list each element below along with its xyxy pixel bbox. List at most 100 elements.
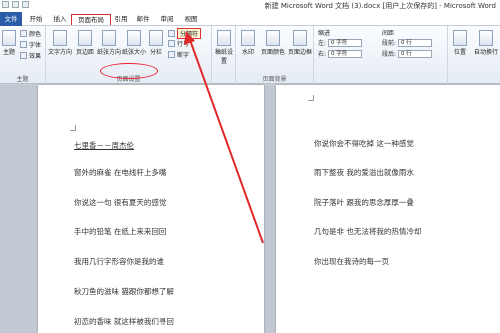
breaks-button[interactable]: 分隔符	[168, 28, 202, 39]
indent-right-input[interactable]: 0 字符	[328, 49, 363, 58]
doc-line[interactable]: 手中的铅笔 在纸上来来回回	[74, 226, 166, 237]
spacing-after-label: 段后:	[382, 51, 397, 58]
doc-line[interactable]: 你说这一句 很有夏天的感觉	[74, 197, 166, 208]
margins-icon	[78, 30, 92, 46]
crop-mark	[308, 95, 314, 101]
columns-button[interactable]: 分栏	[147, 30, 165, 56]
page-color-label: 页面颜色	[260, 49, 285, 56]
theme-effects-button[interactable]: 效果	[20, 51, 41, 60]
indent-left: 左: 0 字符	[318, 38, 363, 47]
columns-label: 分栏	[149, 49, 162, 56]
doc-line[interactable]: 窗外的麻雀 在电线杆上多嘴	[74, 167, 166, 178]
orientation-label: 纸张方向	[97, 49, 122, 56]
text-direction-button[interactable]: 文字方向	[48, 30, 72, 56]
watermark-label: 水印	[241, 49, 254, 56]
line-numbers-button[interactable]: 行号	[168, 39, 189, 48]
size-icon	[127, 30, 141, 46]
tab-mailings[interactable]: 邮件	[134, 14, 152, 25]
breaks-label: 分隔符	[177, 28, 202, 39]
hyphenation-label: 断字	[177, 52, 190, 59]
spacing-header: 间距	[382, 30, 395, 37]
position-button[interactable]: 位置	[450, 30, 470, 56]
indent-left-input[interactable]: 0 字符	[328, 38, 363, 47]
page-color-button[interactable]: 页面颜色	[260, 30, 286, 56]
spacing-after-input[interactable]: 0 行	[398, 49, 433, 58]
spacing-after: 段后: 0 行	[382, 49, 433, 58]
line-numbers-label: 行号	[177, 41, 190, 48]
text-direction-label: 文字方向	[48, 49, 73, 56]
doc-line[interactable]: 你说你会不得吃掉 这一种感觉	[314, 138, 414, 149]
manuscript-settings-button[interactable]: 稿纸设置	[214, 30, 234, 65]
position-icon	[453, 30, 467, 46]
doc-line[interactable]: 秋刀鱼的滋味 猫跟你都想了解	[74, 286, 174, 297]
ribbon-tabs: 文件 开始 插入 页面布局 引用 邮件 审阅 视图	[0, 12, 500, 26]
indent-right-label: 右:	[318, 51, 327, 58]
doc-line[interactable]: 几句是非 也无法将我的热情冷却	[314, 226, 421, 237]
page-background-group-label: 页面背景	[262, 76, 287, 83]
doc-line[interactable]: 我用几行字形容你是我的谁	[74, 256, 164, 267]
annotation-circle	[100, 63, 158, 79]
spacing-before-label: 段前:	[382, 40, 397, 47]
hyphenation-icon	[168, 51, 175, 58]
tab-file[interactable]: 文件	[0, 12, 22, 26]
theme-colors-button[interactable]: 颜色	[20, 29, 41, 38]
doc-line[interactable]: 院子落叶 跟我的思念厚厚一叠	[314, 197, 414, 208]
effects-label: 效果	[29, 53, 42, 60]
spacing-before-input[interactable]: 0 行	[398, 38, 433, 47]
watermark-button[interactable]: 水印	[238, 30, 258, 56]
wrap-text-label: 自动换行	[473, 49, 498, 56]
margins-button[interactable]: 页边距	[74, 30, 96, 56]
size-label: 纸张大小	[122, 49, 147, 56]
colors-icon	[20, 30, 27, 37]
spacing-before: 段前: 0 行	[382, 38, 433, 47]
size-button[interactable]: 纸张大小	[122, 30, 146, 56]
theme-fonts-button[interactable]: 字体	[20, 40, 41, 49]
indent-left-label: 左:	[318, 40, 327, 47]
ribbon: 主题 颜色 字体 效果 主题 文字方向 页边距 纸张方向 纸张大小 分栏 分隔符…	[0, 26, 500, 84]
orientation-button[interactable]: 纸张方向	[97, 30, 121, 56]
margins-label: 页边距	[75, 49, 94, 56]
themes-label: 主题	[2, 49, 15, 56]
tab-references[interactable]: 引用	[112, 14, 130, 25]
hyphenation-button[interactable]: 断字	[168, 50, 189, 59]
tab-view[interactable]: 视图	[181, 14, 201, 25]
tab-insert[interactable]: 插入	[50, 14, 70, 25]
doc-line[interactable]: 初恋的香味 就这样被我们寻回	[74, 316, 174, 327]
themes-button[interactable]: 主题	[1, 30, 17, 56]
orientation-icon	[102, 30, 116, 46]
themes-group-label: 主题	[16, 76, 29, 83]
page-borders-label: 页面边框	[287, 49, 312, 56]
page-color-icon	[266, 30, 280, 46]
tab-home[interactable]: 开始	[26, 14, 46, 25]
doc-line[interactable]: 雨下整夜 我的爱溢出就像雨水	[314, 167, 414, 178]
page-borders-button[interactable]: 页面边框	[287, 30, 313, 56]
colors-label: 颜色	[29, 31, 42, 38]
position-label: 位置	[453, 49, 466, 56]
document-area: 七里香－－周杰伦 窗外的麻雀 在电线杆上多嘴 你说这一句 很有夏天的感觉 手中的…	[0, 85, 500, 333]
doc-line[interactable]: 你出现在我诗的每一页	[314, 256, 389, 267]
arrange-group: 位置 自动换行	[448, 26, 500, 84]
manuscript-label: 稿纸设置	[214, 49, 233, 65]
text-direction-icon	[53, 30, 67, 46]
breaks-icon	[168, 30, 175, 37]
wrap-text-icon	[479, 30, 493, 46]
columns-icon	[149, 30, 163, 46]
indent-header: 缩进	[318, 30, 331, 37]
crop-mark	[70, 125, 76, 131]
page-2: 你说你会不得吃掉 这一种感觉 雨下整夜 我的爱溢出就像雨水 院子落叶 跟我的思念…	[276, 85, 500, 333]
line-numbers-icon	[168, 40, 175, 47]
manuscript-group: 稿纸设置	[212, 26, 236, 84]
doc-line[interactable]: 七里香－－周杰伦	[74, 140, 134, 151]
page-1: 七里香－－周杰伦 窗外的麻雀 在电线杆上多嘴 你说这一句 很有夏天的感觉 手中的…	[38, 85, 264, 333]
window-title: 新建 Microsoft Word 文档 (3).docx [用户上次保存的] …	[264, 2, 496, 10]
indent-right: 右: 0 字符	[318, 49, 363, 58]
page-background-group: 水印 页面颜色 页面边框 页面背景	[236, 26, 314, 84]
themes-icon	[2, 30, 16, 46]
fonts-label: 字体	[29, 42, 42, 49]
manuscript-icon	[217, 30, 231, 46]
wrap-text-button[interactable]: 自动换行	[472, 30, 500, 56]
themes-group: 主题 颜色 字体 效果 主题	[0, 26, 46, 84]
tab-page-layout[interactable]: 页面布局	[71, 14, 111, 25]
fonts-icon	[20, 41, 27, 48]
tab-review[interactable]: 审阅	[157, 14, 177, 25]
